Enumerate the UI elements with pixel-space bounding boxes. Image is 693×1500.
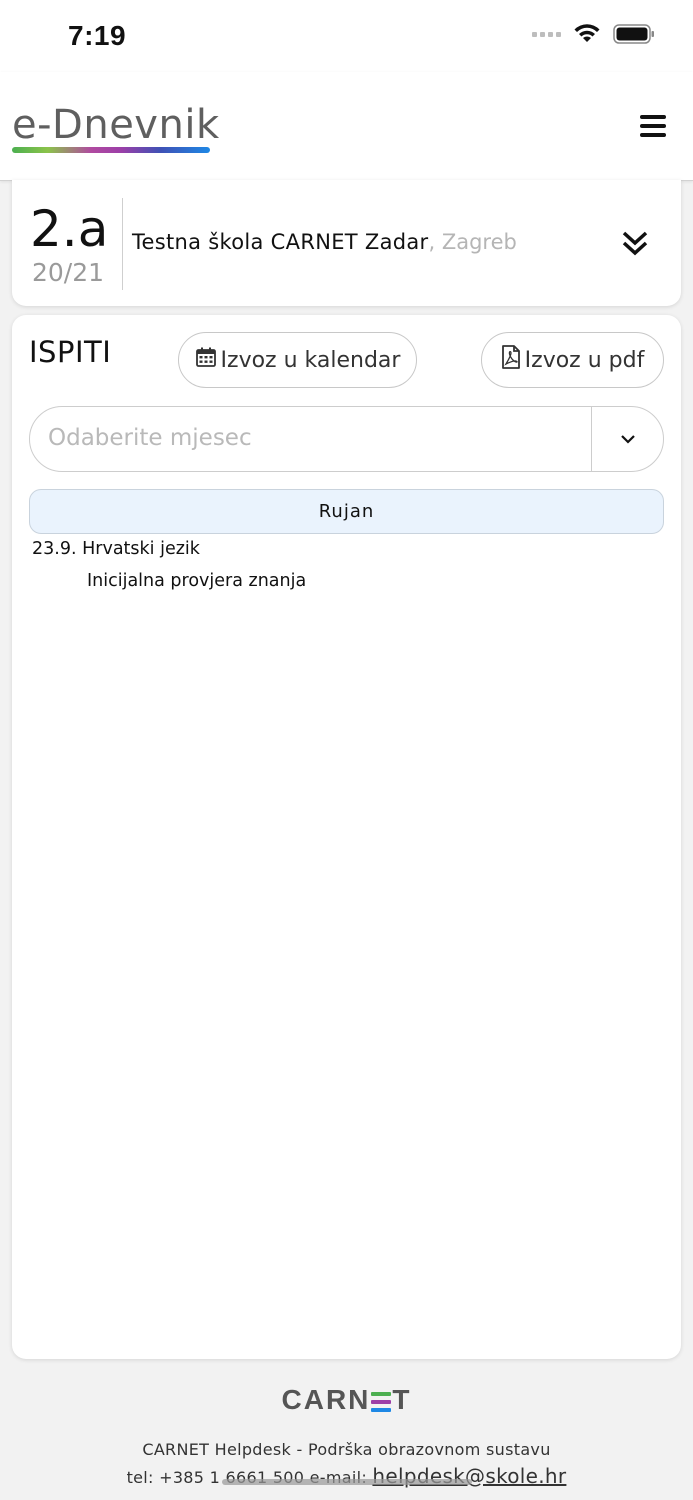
month-select[interactable]: Odaberite mjesec bbox=[29, 406, 664, 472]
wifi-icon bbox=[573, 24, 601, 44]
class-selector-card[interactable]: 2.a 20/21 Testna škola CARNET Zadar, Zag… bbox=[12, 180, 681, 306]
month-header: Rujan bbox=[29, 489, 664, 534]
carnet-e-icon bbox=[371, 1391, 392, 1412]
home-indicator bbox=[222, 1479, 472, 1485]
exams-card: ISPITI Izvoz u kalendar Izvoz u pdf Odab… bbox=[12, 315, 681, 1359]
signal-icon bbox=[532, 31, 561, 37]
page-title: ISPITI bbox=[29, 335, 112, 369]
double-chevron-down-icon[interactable] bbox=[620, 228, 650, 258]
divider bbox=[122, 198, 123, 290]
export-calendar-button[interactable]: Izvoz u kalendar bbox=[178, 332, 417, 388]
chevron-down-icon[interactable] bbox=[618, 429, 638, 449]
school-year: 20/21 bbox=[32, 258, 105, 287]
status-time: 7:19 bbox=[68, 20, 127, 51]
export-calendar-label: Izvoz u kalendar bbox=[220, 347, 401, 373]
status-bar: 7:19 bbox=[0, 0, 693, 72]
app-logo[interactable]: e-Dnevnik bbox=[12, 102, 220, 148]
pdf-file-icon bbox=[501, 345, 521, 375]
school-info: Testna škola CARNET Zadar, Zagreb bbox=[132, 230, 517, 254]
exam-item: 23.9. Hrvatski jezik bbox=[32, 539, 200, 559]
export-pdf-button[interactable]: Izvoz u pdf bbox=[481, 332, 664, 388]
divider bbox=[591, 407, 592, 471]
logo-underline bbox=[12, 147, 210, 153]
exam-description: Inicijalna provjera znanja bbox=[87, 571, 307, 591]
month-select-placeholder: Odaberite mjesec bbox=[48, 425, 252, 451]
school-name: Testna škola CARNET Zadar bbox=[132, 230, 429, 254]
carnet-logo: CARN T bbox=[281, 1384, 412, 1415]
helpdesk-text: CARNET Helpdesk - Podrška obrazovnom sus… bbox=[142, 1440, 551, 1459]
exam-subject: Hrvatski jezik bbox=[82, 539, 200, 559]
exam-date: 23.9. bbox=[32, 539, 77, 559]
class-name: 2.a bbox=[30, 200, 109, 258]
status-icons bbox=[532, 24, 655, 44]
export-pdf-label: Izvoz u pdf bbox=[524, 347, 645, 373]
calendar-icon bbox=[195, 346, 217, 374]
battery-icon bbox=[613, 24, 655, 44]
school-city: , Zagreb bbox=[428, 230, 517, 254]
app-header: e-Dnevnik bbox=[0, 72, 693, 181]
hamburger-menu-icon[interactable] bbox=[640, 115, 666, 137]
